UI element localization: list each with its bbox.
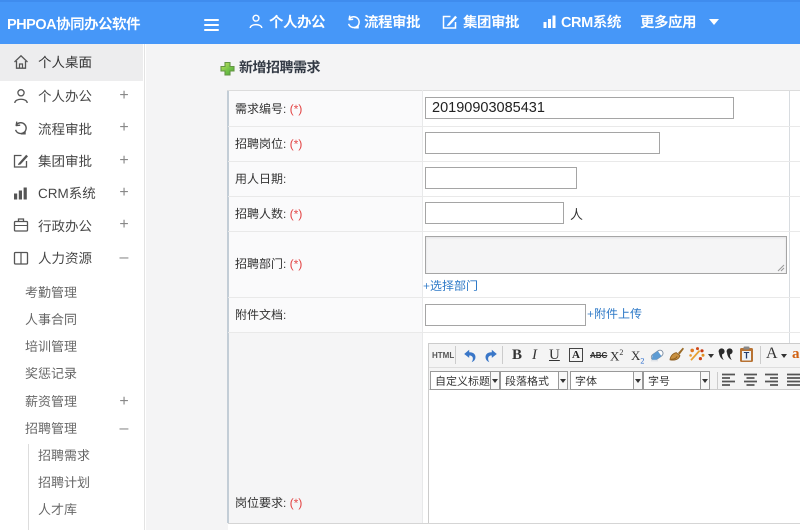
svg-text:T: T bbox=[744, 351, 750, 361]
